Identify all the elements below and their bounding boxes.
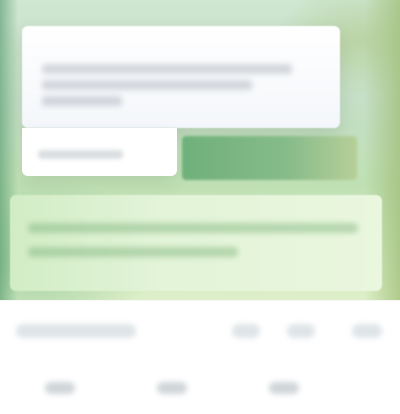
list-row-meta-3	[352, 324, 382, 338]
input-text-line	[28, 223, 358, 233]
list-row-label	[16, 324, 136, 338]
primary-action-button[interactable]	[182, 136, 357, 180]
list-row-meta-2	[287, 324, 315, 338]
list-row-meta-1-text	[232, 324, 233, 325]
nav-item-3[interactable]	[252, 370, 316, 406]
card-text-line	[42, 96, 122, 106]
bottom-nav	[0, 360, 400, 414]
nav-item-2[interactable]	[140, 370, 204, 406]
card-text-block	[42, 58, 302, 118]
home-icon	[45, 382, 75, 394]
input-panel[interactable]	[10, 195, 382, 291]
input-text-line	[28, 247, 238, 257]
list-row-meta-1	[232, 324, 260, 338]
profile-icon	[269, 382, 299, 394]
nav-item-1[interactable]	[28, 370, 92, 406]
card-text-line	[42, 64, 292, 74]
card-text-line	[42, 80, 252, 90]
search-icon	[157, 382, 187, 394]
list-row[interactable]	[0, 312, 400, 352]
list-row-meta-3-text	[352, 324, 353, 325]
card-subtext	[38, 150, 123, 159]
list-row-meta-2-text	[287, 324, 288, 325]
list-row-label-text	[16, 324, 17, 325]
screen	[0, 0, 400, 414]
